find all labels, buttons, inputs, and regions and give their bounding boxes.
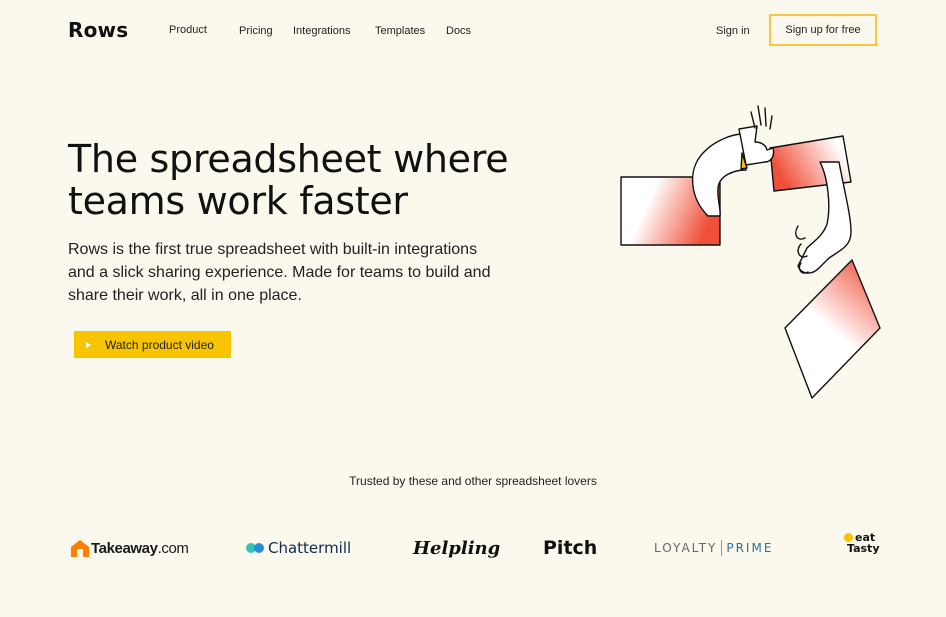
takeaway-suffix: .com (157, 539, 189, 557)
loyalty-prime-logo: LOYALTY PRIME (654, 534, 773, 562)
takeaway-house-icon (71, 540, 89, 557)
trusted-heading: Trusted by these and other spreadsheet l… (349, 474, 597, 488)
tasty-word: Tasty (847, 542, 880, 555)
pitch-logo: Pitch (543, 537, 598, 559)
prime-word: PRIME (726, 541, 774, 555)
egg-yolk-icon (844, 533, 853, 542)
nav-link-docs[interactable]: Docs (446, 25, 471, 37)
logo-divider (721, 540, 723, 556)
nav-link-product[interactable]: Product (169, 24, 207, 36)
hero-illustration (620, 105, 881, 399)
play-icon (86, 341, 91, 348)
chattermill-name: Chattermill (268, 539, 352, 557)
top-navigation: Rows Product Pricing Integrations Templa… (0, 0, 946, 64)
hero-title: The spreadsheet where teams work faster (68, 137, 509, 223)
nav-link-templates[interactable]: Templates (375, 25, 425, 37)
chattermill-logo: Chattermill (245, 534, 351, 562)
takeaway-main: Takeaway (91, 539, 158, 557)
nav-link-pricing[interactable]: Pricing (239, 25, 273, 37)
hero-subtitle: Rows is the first true spreadsheet with … (68, 241, 491, 304)
loyalty-word: LOYALTY (654, 541, 718, 555)
chattermill-bubbles-icon (246, 543, 264, 553)
takeaway-logo: Takeaway .com (69, 534, 189, 562)
sign-up-button[interactable]: Sign up for free (769, 14, 877, 46)
helpling-logo: Helpling (413, 537, 501, 559)
rows-logo[interactable]: Rows (68, 18, 128, 42)
watch-video-label: Watch product video (105, 337, 214, 352)
sign-in-link[interactable]: Sign in (716, 25, 750, 37)
nav-link-integrations[interactable]: Integrations (293, 25, 350, 37)
eat-tasty-logo: eat Tasty (844, 532, 884, 560)
watch-video-button[interactable]: Watch product video (74, 331, 231, 358)
